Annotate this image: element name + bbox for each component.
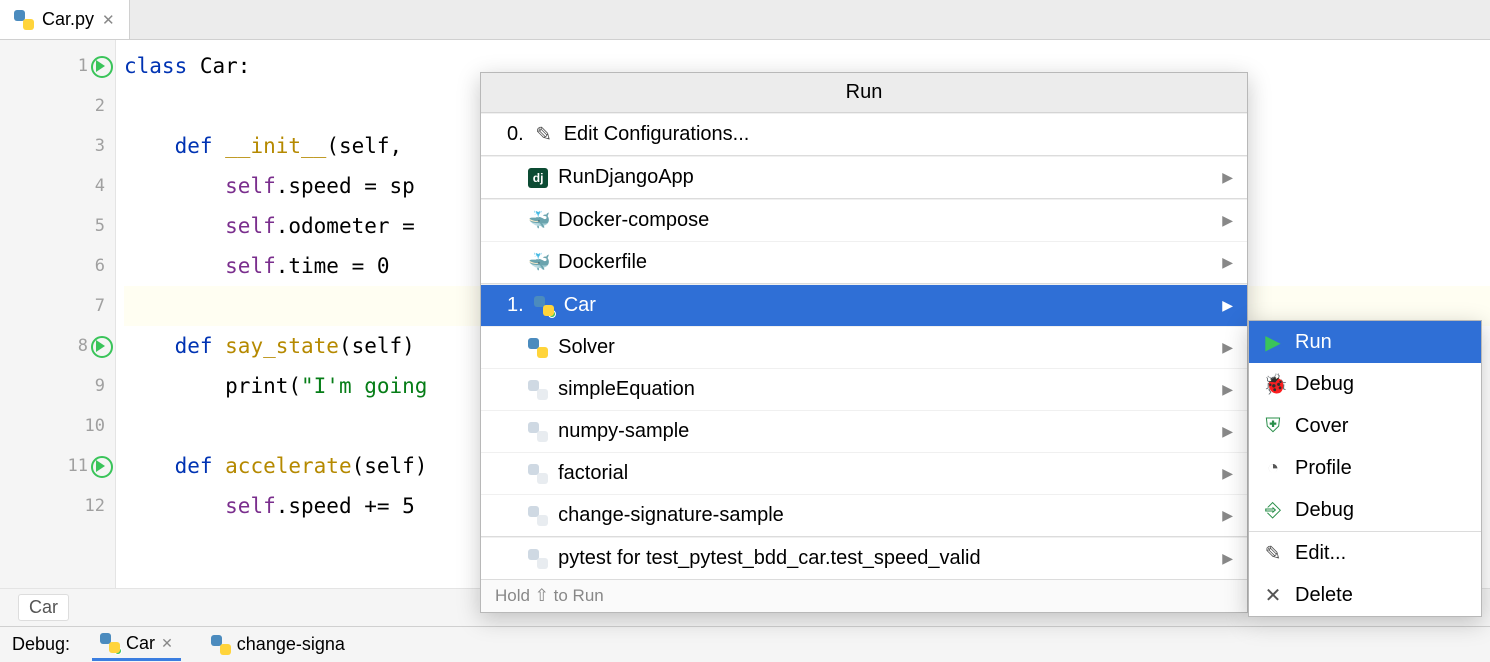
tab-label: Car.py	[42, 9, 94, 30]
bug-icon: 🐞	[1263, 372, 1283, 397]
run-line-icon[interactable]	[96, 60, 105, 72]
submenu-delete[interactable]: ✕ Delete	[1249, 574, 1481, 616]
run-config-solver[interactable]: Solver ▶	[481, 326, 1247, 368]
python-icon	[528, 380, 548, 400]
line-number: 8	[78, 336, 88, 356]
line-number: 1	[78, 56, 88, 76]
line-number: 6	[95, 256, 105, 276]
run-config-factorial[interactable]: factorial ▶	[481, 452, 1247, 494]
gutter: 1 2 3 4 5 6 7 8 9 10 11 12	[0, 40, 116, 588]
debug-label: Debug:	[12, 634, 70, 655]
python-icon	[100, 633, 120, 653]
python-icon	[534, 296, 554, 316]
edit-icon: ✎	[534, 122, 554, 147]
line-number: 12	[85, 496, 105, 516]
line-number: 10	[85, 416, 105, 436]
debug-toolbar: Debug: Car ✕ change-signa	[0, 626, 1490, 662]
python-icon	[528, 464, 548, 484]
chevron-right-icon: ▶	[1222, 254, 1233, 271]
run-config-numpy-sample[interactable]: numpy-sample ▶	[481, 410, 1247, 452]
run-config-pytest[interactable]: pytest for test_pytest_bdd_car.test_spee…	[481, 537, 1247, 579]
popup-hint: Hold ⇧ to Run	[481, 579, 1247, 612]
chevron-right-icon: ▶	[1222, 381, 1233, 398]
submenu-debug-alt[interactable]: ⎆ Debug	[1249, 489, 1481, 531]
run-submenu: ▶ Run 🐞 Debug ⛨ Cover ◔ Profile ⎆ Debug …	[1248, 320, 1482, 617]
delete-icon: ✕	[1263, 583, 1283, 608]
edit-configurations[interactable]: 0. ✎ Edit Configurations...	[481, 113, 1247, 155]
django-icon: dj	[528, 168, 548, 188]
run-config-car[interactable]: 1. Car ▶	[481, 284, 1247, 326]
python-icon	[528, 338, 548, 358]
submenu-cover[interactable]: ⛨ Cover	[1249, 405, 1481, 447]
debug-run-icon: ⎆	[1263, 499, 1283, 522]
chevron-right-icon: ▶	[1222, 423, 1233, 440]
line-number: 3	[95, 136, 105, 156]
chevron-right-icon: ▶	[1222, 169, 1233, 186]
submenu-run[interactable]: ▶ Run	[1249, 321, 1481, 363]
run-config-simpleequation[interactable]: simpleEquation ▶	[481, 368, 1247, 410]
close-icon[interactable]: ✕	[102, 11, 115, 29]
line-number: 4	[95, 176, 105, 196]
shield-icon: ⛨	[1263, 415, 1283, 438]
chevron-right-icon: ▶	[1222, 212, 1233, 229]
tab-bar: Car.py ✕	[0, 0, 1490, 40]
submenu-debug[interactable]: 🐞 Debug	[1249, 363, 1481, 405]
python-icon	[528, 422, 548, 442]
run-line-icon[interactable]	[96, 340, 105, 352]
docker-icon: 🐳	[528, 252, 548, 273]
run-popup: Run 0. ✎ Edit Configurations... dj RunDj…	[480, 72, 1248, 613]
run-config-change-signature-sample[interactable]: change-signature-sample ▶	[481, 494, 1247, 536]
line-number: 9	[95, 376, 105, 396]
breadcrumb-car[interactable]: Car	[18, 594, 69, 621]
debug-tab-change-signature[interactable]: change-signa	[203, 630, 353, 659]
chevron-right-icon: ▶	[1222, 507, 1233, 524]
close-icon[interactable]: ✕	[161, 635, 173, 652]
pytest-icon	[528, 549, 548, 569]
submenu-edit[interactable]: ✎ Edit...	[1249, 532, 1481, 574]
edit-icon: ✎	[1263, 541, 1283, 566]
chevron-right-icon: ▶	[1222, 550, 1233, 567]
run-config-djangoapp[interactable]: dj RunDjangoApp ▶	[481, 156, 1247, 198]
line-number: 11	[68, 456, 88, 476]
clock-icon: ◔	[1263, 457, 1283, 480]
submenu-profile[interactable]: ◔ Profile	[1249, 447, 1481, 489]
python-icon	[528, 506, 548, 526]
run-config-dockerfile[interactable]: 🐳 Dockerfile ▶	[481, 241, 1247, 283]
run-line-icon[interactable]	[96, 460, 105, 472]
chevron-right-icon: ▶	[1222, 297, 1233, 314]
popup-title: Run	[481, 73, 1247, 113]
chevron-right-icon: ▶	[1222, 465, 1233, 482]
python-icon	[211, 635, 231, 655]
line-number: 2	[95, 96, 105, 116]
docker-icon: 🐳	[528, 210, 548, 231]
debug-tab-car[interactable]: Car ✕	[92, 629, 181, 661]
line-number: 7	[95, 296, 105, 316]
file-tab-car[interactable]: Car.py ✕	[0, 0, 130, 39]
line-number: 5	[95, 216, 105, 236]
chevron-right-icon: ▶	[1222, 339, 1233, 356]
python-file-icon	[14, 10, 34, 30]
run-icon: ▶	[1263, 330, 1283, 355]
run-config-docker-compose[interactable]: 🐳 Docker-compose ▶	[481, 199, 1247, 241]
